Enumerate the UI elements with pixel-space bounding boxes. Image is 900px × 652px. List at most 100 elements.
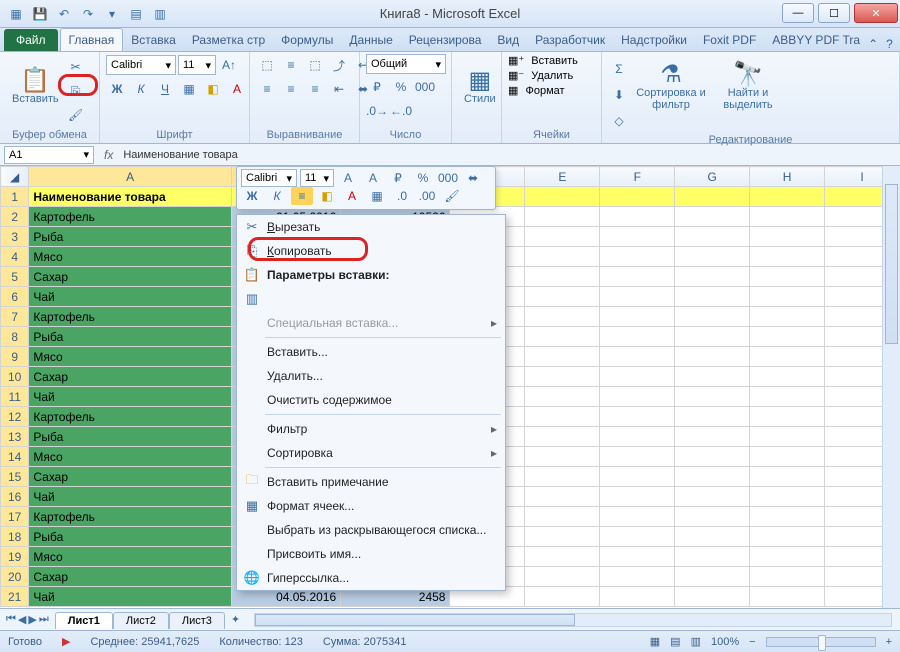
cell[interactable]: Чай <box>29 487 231 507</box>
cell[interactable] <box>675 187 750 207</box>
row-header[interactable]: 16 <box>1 487 29 507</box>
cell[interactable] <box>675 547 750 567</box>
tab-foxit[interactable]: Foxit PDF <box>695 29 764 51</box>
cell[interactable] <box>750 247 825 267</box>
sheet-tab-3[interactable]: Лист3 <box>169 612 225 629</box>
cell[interactable] <box>600 487 675 507</box>
cell[interactable] <box>675 387 750 407</box>
cell[interactable]: Картофель <box>29 507 231 527</box>
cell[interactable] <box>600 467 675 487</box>
name-box[interactable]: A1▾ <box>4 146 94 164</box>
sheet-nav-first-icon[interactable]: ⏮ <box>6 613 16 626</box>
cell[interactable] <box>750 587 825 607</box>
mini-comma-icon[interactable]: 000 <box>437 169 459 187</box>
mini-align-icon[interactable]: ≡ <box>291 187 313 205</box>
qat-item-icon[interactable]: ▤ <box>126 4 146 24</box>
row-header[interactable]: 18 <box>1 527 29 547</box>
cell[interactable] <box>525 307 600 327</box>
cell[interactable] <box>750 347 825 367</box>
minimize-button[interactable]: — <box>782 3 814 23</box>
cell[interactable]: Мясо <box>29 547 231 567</box>
qat-more-icon[interactable]: ▾ <box>102 4 122 24</box>
cell[interactable] <box>600 187 675 207</box>
cell[interactable]: Мясо <box>29 247 231 267</box>
col-header-g[interactable]: G <box>675 167 750 187</box>
cell[interactable]: Картофель <box>29 307 231 327</box>
cell[interactable] <box>600 407 675 427</box>
cell[interactable] <box>750 227 825 247</box>
cell[interactable] <box>750 387 825 407</box>
ctx-filter[interactable]: Фильтр▸ <box>237 417 505 441</box>
col-header-e[interactable]: E <box>525 167 600 187</box>
mini-merge-icon[interactable]: ⬌ <box>462 169 484 187</box>
fill-icon[interactable]: ◧ <box>202 78 224 100</box>
ctx-hyperlink[interactable]: 🌐Гиперссылка... <box>237 566 505 590</box>
mini-currency-icon[interactable]: ₽ <box>387 169 409 187</box>
sheet-nav-next-icon[interactable]: ▶ <box>28 613 36 626</box>
row-header[interactable]: 20 <box>1 567 29 587</box>
row-header[interactable]: 21 <box>1 587 29 607</box>
cell[interactable]: Чай <box>29 387 231 407</box>
percent-icon[interactable]: % <box>390 76 412 98</box>
cell[interactable]: Рыба <box>29 527 231 547</box>
cell[interactable] <box>750 287 825 307</box>
macro-rec-icon[interactable]: ▶ <box>62 635 70 648</box>
cell[interactable] <box>675 467 750 487</box>
cell[interactable] <box>600 547 675 567</box>
cell[interactable] <box>675 427 750 447</box>
cell[interactable] <box>600 227 675 247</box>
cell[interactable]: Сахар <box>29 467 231 487</box>
ctx-picklist[interactable]: Выбрать из раскрывающегося списка... <box>237 518 505 542</box>
cell[interactable] <box>525 507 600 527</box>
tab-layout[interactable]: Разметка стр <box>184 29 273 51</box>
ctx-name[interactable]: Присвоить имя... <box>237 542 505 566</box>
tab-home[interactable]: Главная <box>60 28 124 51</box>
ctx-sort[interactable]: Сортировка▸ <box>237 441 505 465</box>
cell[interactable] <box>525 447 600 467</box>
cell[interactable] <box>675 527 750 547</box>
tab-abbyy[interactable]: ABBYY PDF Tra <box>764 29 868 51</box>
formula-text[interactable]: Наименование товара <box>119 149 900 161</box>
tab-developer[interactable]: Разработчик <box>527 29 613 51</box>
cell[interactable] <box>525 287 600 307</box>
view-normal-icon[interactable]: ▦ <box>650 635 660 648</box>
scrollbar-thumb[interactable] <box>885 184 898 344</box>
mini-italic-icon[interactable]: К <box>266 187 288 205</box>
ctx-comment[interactable]: 🗀Вставить примечание <box>237 470 505 494</box>
cell[interactable] <box>675 567 750 587</box>
cell[interactable] <box>600 427 675 447</box>
cell[interactable] <box>525 567 600 587</box>
row-header[interactable]: 19 <box>1 547 29 567</box>
ctx-format-cells[interactable]: ▦Формат ячеек... <box>237 494 505 518</box>
cell[interactable]: Сахар <box>29 367 231 387</box>
comma-icon[interactable]: 000 <box>414 76 436 98</box>
cell[interactable]: Сахар <box>29 267 231 287</box>
cell[interactable]: Мясо <box>29 347 231 367</box>
cell[interactable] <box>750 447 825 467</box>
cell[interactable] <box>675 247 750 267</box>
cell[interactable] <box>600 527 675 547</box>
cell[interactable] <box>750 467 825 487</box>
cut-icon[interactable]: ✂ <box>65 56 87 78</box>
cell[interactable] <box>750 267 825 287</box>
sheet-tab-1[interactable]: Лист1 <box>55 612 113 629</box>
cell[interactable] <box>675 367 750 387</box>
cell[interactable] <box>750 407 825 427</box>
help-icon[interactable]: ? <box>886 37 893 51</box>
cell[interactable] <box>750 507 825 527</box>
sort-filter-button[interactable]: ⚗ Сортировка и фильтр <box>630 54 712 120</box>
col-header-h[interactable]: H <box>750 167 825 187</box>
cell[interactable] <box>525 227 600 247</box>
ctx-clear[interactable]: Очистить содержимое <box>237 388 505 412</box>
row-header[interactable]: 10 <box>1 367 29 387</box>
cell[interactable] <box>600 207 675 227</box>
cell[interactable] <box>600 267 675 287</box>
cell[interactable] <box>600 447 675 467</box>
zoom-out-icon[interactable]: − <box>749 636 755 648</box>
row-header[interactable]: 17 <box>1 507 29 527</box>
row-header[interactable]: 2 <box>1 207 29 227</box>
cell[interactable] <box>525 407 600 427</box>
cell[interactable] <box>750 547 825 567</box>
align-center-icon[interactable]: ≡ <box>280 78 302 100</box>
grow-font-icon[interactable]: A↑ <box>218 54 240 76</box>
